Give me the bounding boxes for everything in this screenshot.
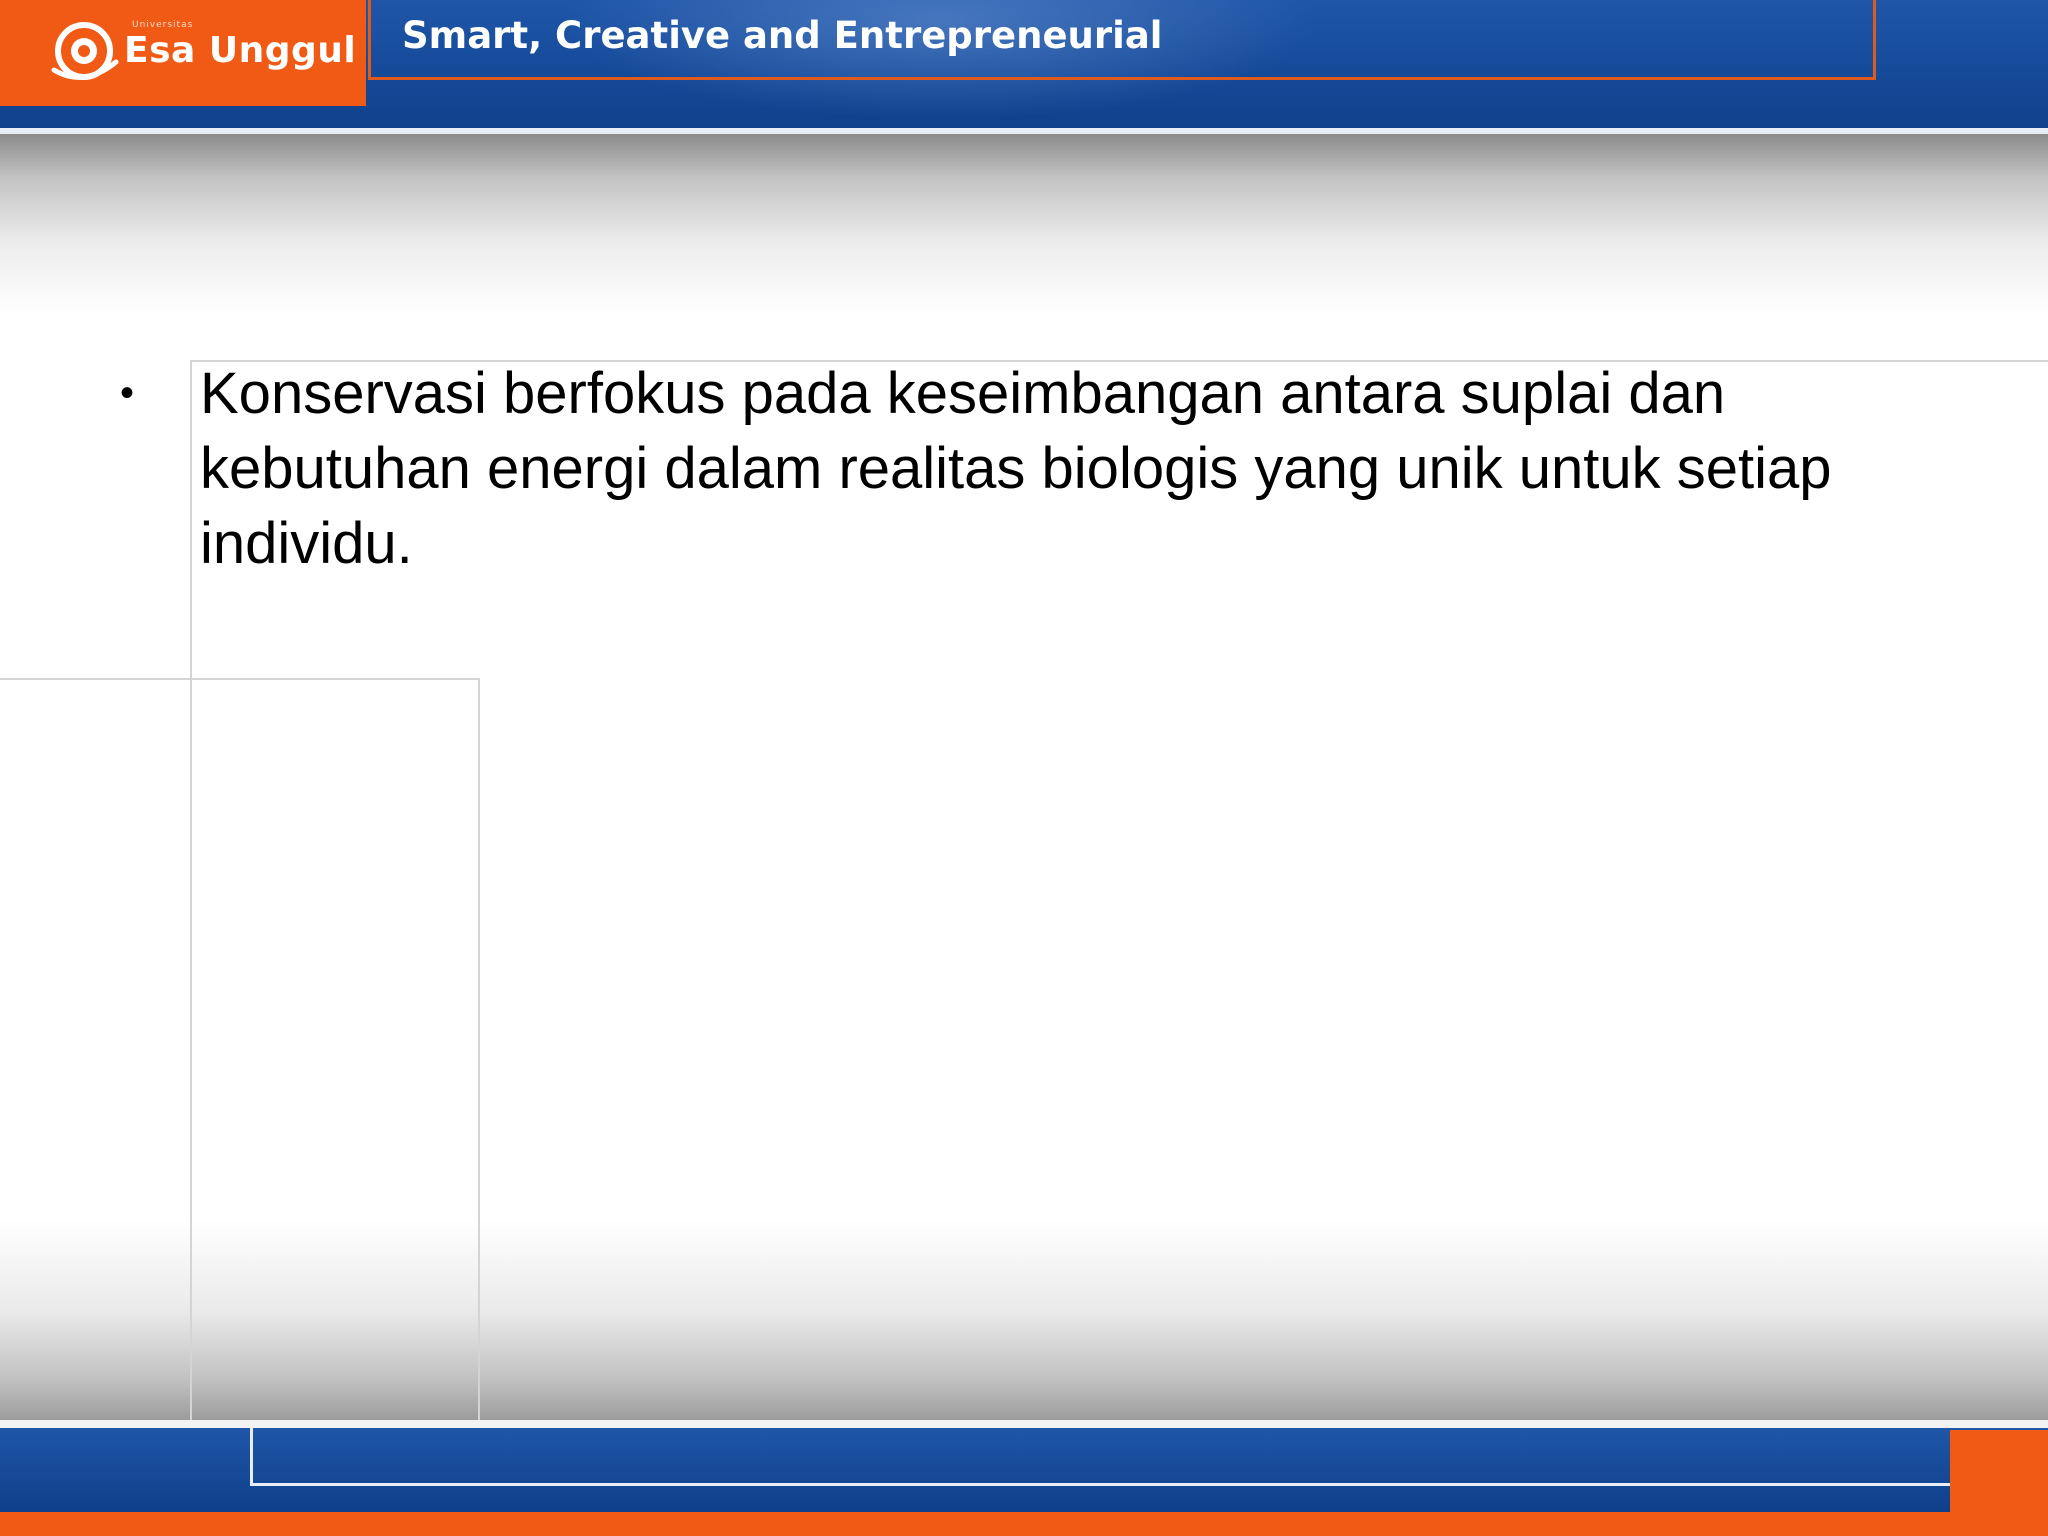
logo: Universitas Esa Unggul (0, 0, 366, 106)
bullet-marker: • (120, 371, 135, 415)
footer-frame (250, 1428, 2048, 1486)
bullet-item: • Konservasi berfokus pada keseimbangan … (120, 356, 1900, 581)
footer-accent-right (1950, 1430, 2048, 1512)
decor-line-box-top (0, 678, 480, 680)
bottom-shadow (0, 1220, 2048, 1422)
slide-content: • Konservasi berfokus pada keseimbangan … (120, 356, 1900, 581)
logo-caption: Universitas (132, 20, 194, 30)
decor-line-box-right (478, 678, 480, 1420)
logo-name: Esa Unggul (124, 30, 357, 71)
esa-unggul-logo-icon (51, 22, 119, 80)
top-shadow (0, 134, 2048, 314)
slide: Universitas Esa Unggul Smart, Creative a… (0, 0, 2048, 1536)
tagline: Smart, Creative and Entrepreneurial (402, 14, 1163, 57)
bullet-text: Konservasi berfokus pada keseimbangan an… (200, 361, 1832, 576)
footer-accent-bottom (0, 1512, 2048, 1536)
